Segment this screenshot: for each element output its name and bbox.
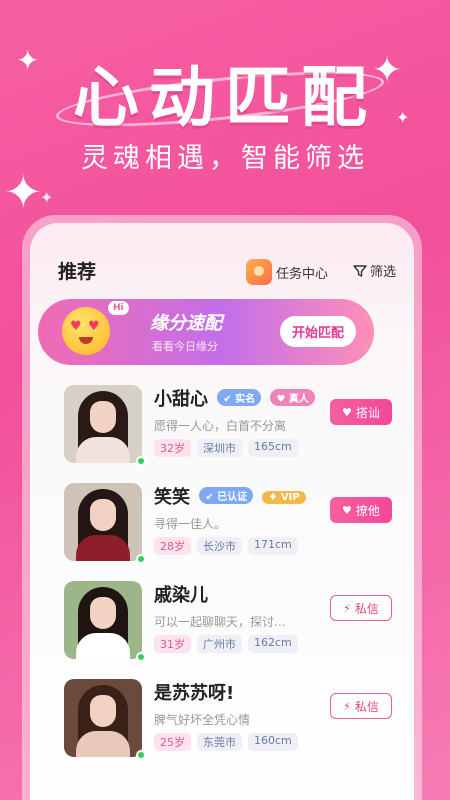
banner-title: 缘分速配 — [150, 313, 222, 334]
city-tag: 东莞市 — [197, 733, 242, 751]
user-card[interactable]: 是苏苏呀! 脾气好坏全凭心情 25岁 东莞市 160cm ⚡ 私信 — [30, 667, 414, 765]
user-bio: 可以一起聊聊天，探讨... — [154, 615, 286, 629]
greet-button[interactable]: ♥ 搭讪 — [330, 399, 392, 425]
message-button[interactable]: ⚡ 私信 — [330, 693, 392, 719]
sparkle-icon: ✦ — [40, 188, 54, 207]
heart-icon: ♥ — [342, 405, 352, 419]
sparkle-icon: ✦ — [396, 108, 410, 127]
hero-subtitle: 灵魂相遇，智能筛选 — [81, 143, 369, 174]
user-name: 戚染儿 — [154, 581, 208, 607]
user-bio: 愿得一人心，白首不分离 — [154, 419, 287, 433]
user-tags: 25岁 东莞市 160cm — [154, 733, 298, 751]
avatar[interactable] — [64, 581, 142, 659]
user-card[interactable]: 小甜心 ✔ 实名 ♥ 真人 愿得一人心，白首不分离 32岁 深圳市 165cm … — [30, 373, 414, 471]
user-tags: 31岁 广州市 162cm — [154, 635, 298, 653]
city-tag: 深圳市 — [197, 439, 242, 457]
height-tag: 160cm — [248, 733, 298, 751]
user-name-text: 戚染儿 — [154, 585, 208, 606]
app-screen: 推荐 任务中心 筛选 ♥ ♥ Hi 缘分速配 看看今日缘分 开始匹配 小甜心 ✔… — [30, 223, 414, 800]
avatar[interactable] — [64, 385, 142, 463]
age-tag: 31岁 — [154, 635, 191, 653]
user-bio: 脾气好坏全凭心情 — [154, 713, 251, 727]
sparkle-icon: ✦ — [4, 165, 43, 219]
start-match-button[interactable]: 开始匹配 — [279, 316, 356, 347]
lightning-icon: ⚡ — [343, 699, 351, 713]
top-bar: 推荐 任务中心 筛选 — [58, 257, 396, 287]
lightning-icon: ⚡ — [343, 601, 351, 615]
height-tag: 162cm — [248, 635, 298, 653]
banner-subtitle: 看看今日缘分 — [152, 340, 218, 353]
sparkle-icon: ✦ — [16, 44, 40, 77]
verified-badge: ✔ 已认证 — [199, 487, 254, 504]
user-name: 是苏苏呀! — [154, 679, 234, 705]
user-name: 笑笑 ✔ 已认证 ♦ VIP — [154, 483, 306, 509]
online-indicator — [136, 652, 146, 662]
user-list: 小甜心 ✔ 实名 ♥ 真人 愿得一人心，白首不分离 32岁 深圳市 165cm … — [30, 373, 414, 765]
age-tag: 28岁 — [154, 537, 191, 555]
filter-icon — [353, 264, 367, 277]
filter-label: 筛选 — [369, 265, 396, 280]
user-tags: 32岁 深圳市 165cm — [154, 439, 298, 457]
online-indicator — [136, 456, 146, 466]
user-name-text: 笑笑 — [154, 487, 190, 508]
user-card[interactable]: 戚染儿 可以一起聊聊天，探讨... 31岁 广州市 162cm ⚡ 私信 — [30, 569, 414, 667]
verified-badge: ✔ 实名 — [217, 389, 262, 406]
user-bio: 寻得一佳人。 — [154, 517, 227, 531]
avatar[interactable] — [64, 679, 142, 757]
user-tags: 28岁 长沙市 171cm — [154, 537, 298, 555]
task-center-button[interactable]: 任务中心 — [246, 259, 328, 285]
user-name-text: 小甜心 — [154, 389, 208, 410]
age-tag: 32岁 — [154, 439, 191, 457]
online-indicator — [136, 750, 146, 760]
age-tag: 25岁 — [154, 733, 191, 751]
greet-button-label: 搭讪 — [355, 405, 380, 420]
height-tag: 165cm — [248, 439, 298, 457]
message-button-label: 私信 — [354, 699, 379, 714]
page-title: 推荐 — [58, 261, 97, 283]
city-tag: 长沙市 — [197, 537, 242, 555]
vip-badge: ♦ VIP — [262, 491, 306, 504]
avatar[interactable] — [64, 483, 142, 561]
phone-frame: 推荐 任务中心 筛选 ♥ ♥ Hi 缘分速配 看看今日缘分 开始匹配 小甜心 ✔… — [22, 215, 422, 800]
quick-match-banner[interactable]: ♥ ♥ Hi 缘分速配 看看今日缘分 开始匹配 — [38, 299, 374, 365]
online-indicator — [136, 554, 146, 564]
user-name: 小甜心 ✔ 实名 ♥ 真人 — [154, 385, 315, 411]
city-tag: 广州市 — [197, 635, 242, 653]
sparkle-icon: ✦ — [372, 50, 403, 91]
real-person-badge: ♥ 真人 — [270, 389, 315, 406]
height-tag: 171cm — [248, 537, 298, 555]
heart-eyes-emoji-icon: ♥ ♥ — [62, 307, 110, 355]
filter-button[interactable]: 筛选 — [353, 261, 396, 280]
task-icon — [246, 259, 272, 285]
task-center-label: 任务中心 — [276, 266, 329, 282]
user-card[interactable]: 笑笑 ✔ 已认证 ♦ VIP 寻得一佳人。 28岁 长沙市 171cm ♥ 撩他 — [30, 471, 414, 569]
message-button[interactable]: ⚡ 私信 — [330, 595, 392, 621]
user-name-text: 是苏苏呀! — [154, 683, 235, 704]
heart-icon: ♥ — [342, 503, 352, 517]
flirt-button-label: 撩他 — [355, 503, 380, 518]
hi-bubble: Hi — [108, 301, 129, 315]
flirt-button[interactable]: ♥ 撩他 — [330, 497, 392, 523]
message-button-label: 私信 — [354, 601, 379, 616]
